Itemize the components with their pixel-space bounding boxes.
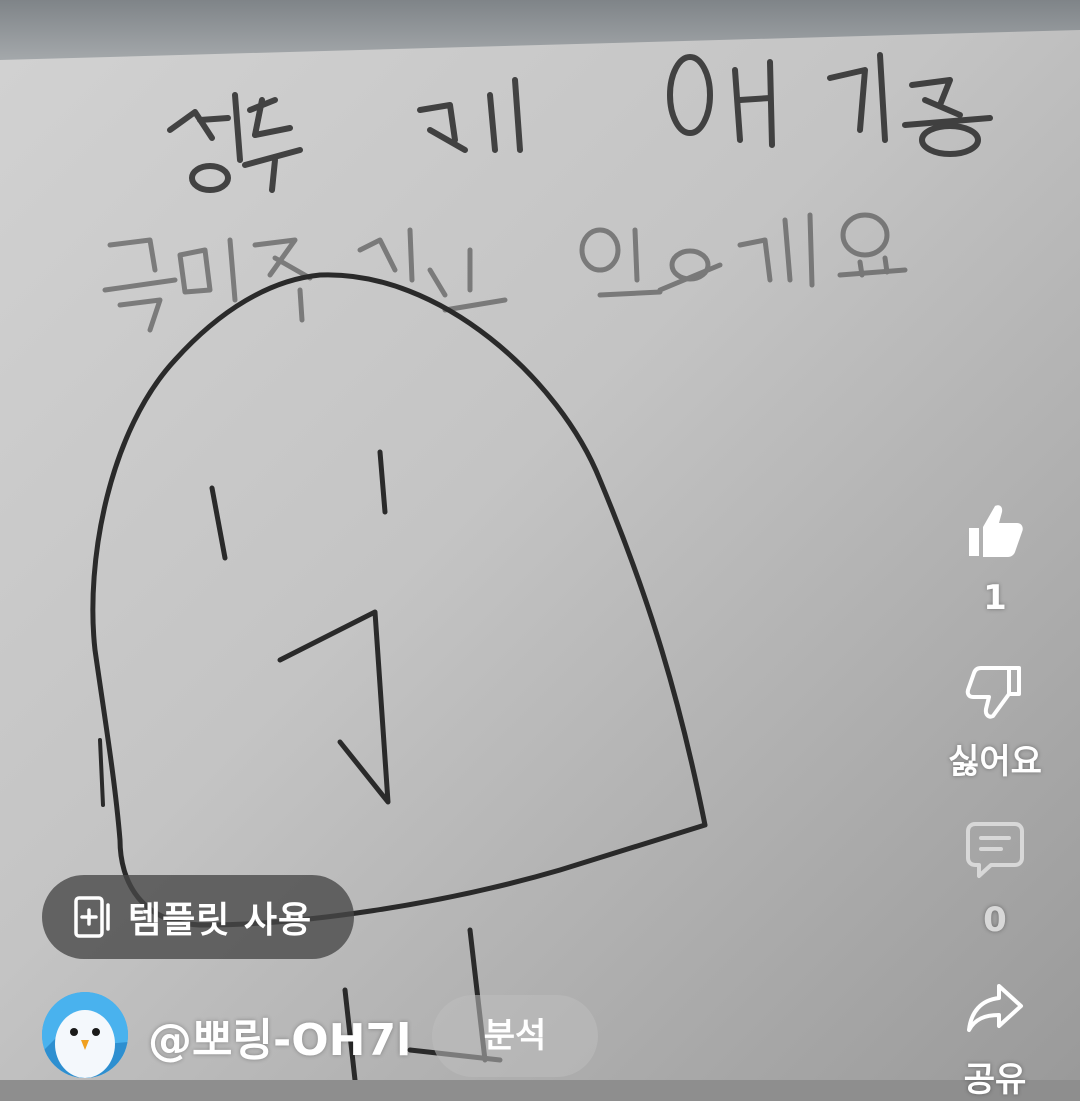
channel-row: @뽀링-OH7l 분석 (42, 992, 642, 1080)
like-count: 1 (983, 578, 1007, 618)
mouth (277, 609, 391, 805)
handwriting-line-1 (167, 52, 993, 193)
analytics-button[interactable]: 분석 (432, 995, 598, 1077)
use-template-button[interactable]: 템플릿 사용 (42, 875, 354, 959)
use-template-label: 템플릿 사용 (128, 900, 313, 941)
right-eye (377, 449, 388, 515)
figure-outline (90, 272, 708, 928)
bird-avatar-icon (42, 992, 128, 1078)
add-template-icon (74, 896, 110, 938)
comment-icon (966, 822, 1024, 878)
share-button[interactable]: 공유 (940, 978, 1050, 1101)
figure-lower-line (98, 738, 105, 807)
channel-handle[interactable]: @뽀링-OH7l (148, 1004, 411, 1068)
comment-count: 0 (983, 900, 1007, 940)
left-eye (209, 485, 228, 561)
dislike-label: 싫어요 (948, 742, 1042, 782)
dislike-button[interactable]: 싫어요 (940, 662, 1050, 783)
channel-avatar[interactable] (42, 992, 128, 1078)
share-arrow-icon (967, 984, 1023, 1032)
thumbs-up-icon (969, 505, 1023, 557)
share-label: 공유 (963, 1060, 1027, 1100)
like-button[interactable]: 1 (940, 500, 1050, 618)
thumbs-down-icon (965, 666, 1021, 719)
comment-button[interactable]: 0 (940, 820, 1050, 940)
